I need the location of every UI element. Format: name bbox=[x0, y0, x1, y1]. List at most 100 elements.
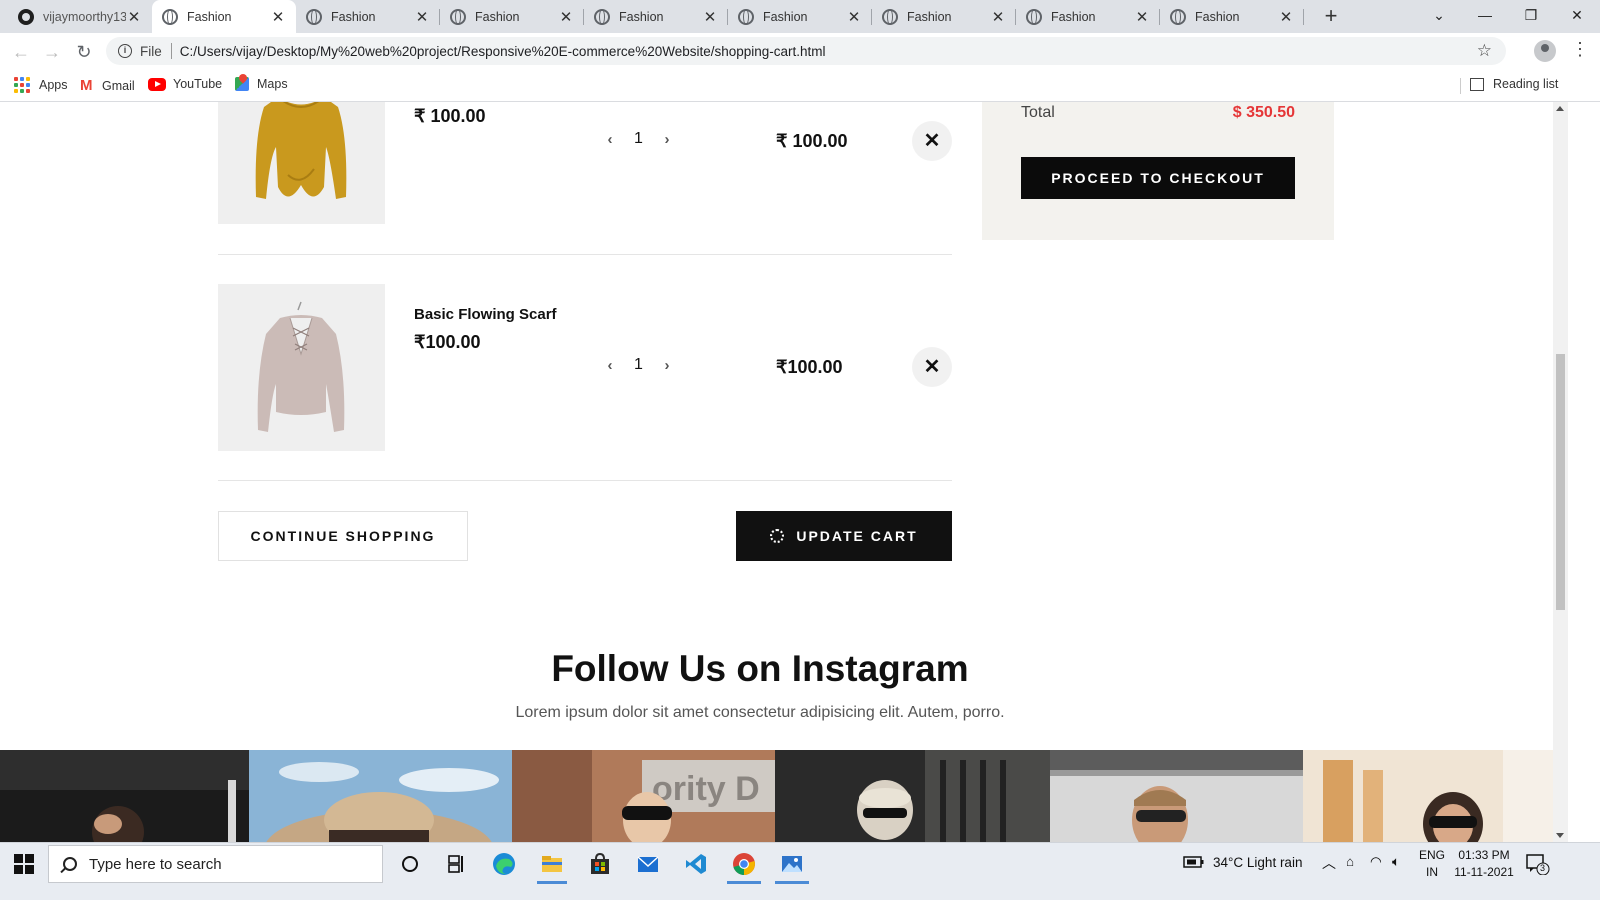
windows-start-icon[interactable] bbox=[14, 854, 34, 874]
clock-date: 11-11-2021 bbox=[1454, 865, 1514, 879]
close-icon[interactable]: ✕ bbox=[702, 8, 718, 26]
update-cart-button[interactable]: UPDATE CART bbox=[736, 511, 952, 561]
close-icon[interactable]: ✕ bbox=[846, 8, 862, 26]
tab-fashion[interactable]: Fashion ✕ bbox=[1016, 0, 1160, 33]
tab-fashion[interactable]: Fashion ✕ bbox=[1160, 0, 1304, 33]
instagram-photo[interactable] bbox=[1303, 750, 1553, 842]
globe-icon bbox=[882, 8, 898, 25]
chevron-left-icon[interactable]: ‹ bbox=[604, 131, 616, 148]
apps-grid-icon bbox=[14, 77, 30, 93]
taskbar-search-box[interactable]: Type here to search bbox=[48, 845, 383, 883]
quantity-value[interactable]: 1 bbox=[616, 356, 661, 374]
window-close-button[interactable]: ✕ bbox=[1554, 0, 1600, 33]
tab-fashion[interactable]: Fashion ✕ bbox=[296, 0, 440, 33]
profile-avatar-icon[interactable] bbox=[1534, 40, 1556, 62]
forward-arrow-icon[interactable]: → bbox=[38, 38, 66, 66]
quantity-stepper[interactable]: ‹ 1 › bbox=[604, 356, 673, 374]
address-bar[interactable]: i File C:/Users/vijay/Desktop/My%20web%2… bbox=[106, 37, 1506, 65]
instagram-photo[interactable]: ority D bbox=[512, 750, 775, 842]
photos-icon[interactable] bbox=[779, 851, 805, 877]
tab-fashion[interactable]: Fashion ✕ bbox=[584, 0, 728, 33]
remove-item-button[interactable]: ✕ bbox=[912, 347, 952, 387]
new-tab-button[interactable]: + bbox=[1317, 2, 1345, 30]
tab-fashion-active[interactable]: Fashion ✕ bbox=[152, 0, 296, 33]
instagram-title: Follow Us on Instagram bbox=[551, 648, 969, 689]
instagram-image bbox=[0, 750, 249, 842]
close-icon[interactable]: ✕ bbox=[558, 8, 574, 26]
total-value: $ 350.50 bbox=[1232, 104, 1295, 121]
proceed-to-checkout-button[interactable]: PROCEED TO CHECKOUT bbox=[1021, 157, 1295, 199]
instagram-photo[interactable] bbox=[0, 750, 249, 842]
tab-github[interactable]: vijaymoorthy13 ✕ bbox=[8, 0, 152, 33]
scroll-down-arrow-icon[interactable] bbox=[1556, 833, 1564, 838]
meet-now-icon[interactable]: ⌂ bbox=[1346, 854, 1354, 869]
clock[interactable]: 01:33 PM 11-11-2021 bbox=[1454, 847, 1514, 881]
page-scrollbar[interactable] bbox=[1553, 102, 1568, 842]
kebab-menu-icon[interactable]: ⋮ bbox=[1571, 39, 1589, 60]
reload-icon[interactable]: ↻ bbox=[70, 38, 98, 66]
bookmark-label: Maps bbox=[257, 77, 288, 91]
bookmark-maps[interactable]: Maps bbox=[235, 77, 288, 91]
close-icon[interactable]: ✕ bbox=[1278, 8, 1294, 26]
mail-icon[interactable] bbox=[635, 851, 661, 877]
weather-text[interactable]: 34°C Light rain bbox=[1213, 855, 1302, 870]
scroll-up-arrow-icon[interactable] bbox=[1556, 106, 1564, 111]
close-icon[interactable]: ✕ bbox=[990, 8, 1006, 26]
bookmark-gmail[interactable]: M Gmail bbox=[80, 77, 135, 94]
volume-icon[interactable]: 🔈︎ bbox=[1392, 854, 1400, 870]
total-label: Total bbox=[1021, 104, 1055, 121]
back-arrow-icon[interactable]: ← bbox=[7, 38, 35, 66]
active-app-indicator bbox=[727, 881, 761, 884]
chrome-icon[interactable] bbox=[731, 851, 757, 877]
tab-fashion[interactable]: Fashion ✕ bbox=[728, 0, 872, 33]
close-icon[interactable]: ✕ bbox=[1134, 8, 1150, 26]
bookmark-star-icon[interactable]: ☆ bbox=[1477, 41, 1492, 61]
language-indicator[interactable]: ENG IN bbox=[1419, 847, 1445, 881]
chevron-left-icon[interactable]: ‹ bbox=[604, 357, 616, 374]
close-icon[interactable]: ✕ bbox=[126, 8, 142, 26]
instagram-photo[interactable] bbox=[1050, 750, 1303, 842]
tab-fashion[interactable]: Fashion ✕ bbox=[440, 0, 584, 33]
instagram-image bbox=[775, 750, 1050, 842]
close-icon[interactable]: ✕ bbox=[414, 8, 430, 26]
chevron-right-icon[interactable]: › bbox=[661, 357, 673, 374]
cortana-icon[interactable] bbox=[397, 851, 423, 877]
tab-title: Fashion bbox=[1051, 9, 1096, 24]
battery-icon[interactable] bbox=[1183, 855, 1205, 872]
region-code: IN bbox=[1426, 865, 1438, 879]
chevron-right-icon[interactable]: › bbox=[661, 131, 673, 148]
instagram-image bbox=[1303, 750, 1553, 842]
info-icon[interactable]: i bbox=[118, 44, 132, 58]
reading-list-button[interactable]: Reading list bbox=[1470, 77, 1558, 91]
tab-fashion[interactable]: Fashion ✕ bbox=[872, 0, 1016, 33]
bookmark-label: Gmail bbox=[102, 78, 135, 93]
restore-button[interactable]: ❐ bbox=[1508, 0, 1554, 33]
close-icon[interactable]: ✕ bbox=[270, 8, 286, 26]
bookmark-youtube[interactable]: YouTube bbox=[148, 77, 222, 91]
quantity-stepper[interactable]: ‹ 1 › bbox=[604, 130, 673, 148]
continue-shopping-button[interactable]: CONTINUE SHOPPING bbox=[218, 511, 468, 561]
quantity-value[interactable]: 1 bbox=[616, 130, 661, 148]
task-view-icon[interactable] bbox=[443, 851, 469, 877]
bookmark-apps[interactable]: Apps bbox=[14, 77, 68, 93]
microsoft-store-icon[interactable] bbox=[587, 851, 613, 877]
product-image[interactable] bbox=[218, 284, 385, 451]
close-icon: ✕ bbox=[923, 356, 941, 378]
product-image[interactable] bbox=[218, 102, 385, 224]
chevron-up-icon[interactable]: ︿ bbox=[1322, 853, 1336, 873]
instagram-photo[interactable] bbox=[249, 750, 512, 842]
scrollbar-thumb[interactable] bbox=[1556, 354, 1565, 610]
remove-item-button[interactable]: ✕ bbox=[912, 121, 952, 161]
notification-center-icon[interactable]: 3 bbox=[1526, 853, 1550, 878]
instagram-photo[interactable] bbox=[775, 750, 1050, 842]
reading-list-icon bbox=[1470, 77, 1484, 91]
file-explorer-icon[interactable] bbox=[539, 851, 565, 877]
url-text[interactable]: C:/Users/vijay/Desktop/My%20web%20projec… bbox=[180, 44, 826, 59]
vscode-icon[interactable] bbox=[683, 851, 709, 877]
product-name[interactable]: Basic Flowing Scarf bbox=[414, 306, 557, 323]
tab-search-chevron-icon[interactable]: ⌄ bbox=[1416, 0, 1462, 33]
wifi-icon[interactable]: ◠ bbox=[1370, 854, 1382, 870]
edge-browser-icon[interactable] bbox=[491, 851, 517, 877]
close-icon: ✕ bbox=[923, 130, 941, 152]
minimize-button[interactable]: — bbox=[1462, 0, 1508, 33]
